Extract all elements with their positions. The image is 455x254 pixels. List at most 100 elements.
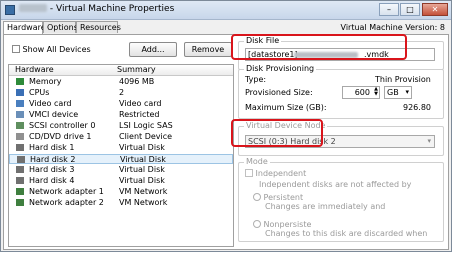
redacted-vm-name — [19, 4, 47, 12]
checkbox-box[interactable] — [245, 169, 253, 177]
mode-legend: Mode — [244, 157, 270, 167]
type-value: Thin Provision — [375, 75, 431, 84]
disk-provisioning-legend: Disk Provisioning — [244, 64, 317, 74]
row-hardware-name: CD/DVD drive 1 — [29, 132, 92, 141]
row-hardware-name: CPUs — [29, 88, 50, 97]
row-summary: Client Device — [119, 132, 173, 141]
virtual-device-node-section: Virtual Device Node SCSI (0:3) Hard disk… — [238, 121, 444, 156]
cd-dvd-icon — [16, 133, 24, 140]
video-card-icon — [16, 100, 24, 107]
provisioned-size-label: Provisioned Size: — [245, 88, 313, 97]
provisioned-size-stepper[interactable]: 600 ▲ ▼ — [342, 86, 380, 99]
table-row[interactable]: Hard disk 1 Virtual Disk — [9, 143, 233, 153]
row-hardware-name: Video card — [29, 99, 72, 108]
virtual-device-node-legend: Virtual Device Node — [244, 121, 328, 131]
mode-section: Mode Independent Independent disks are n… — [238, 157, 444, 242]
independent-label: Independent — [255, 169, 307, 178]
table-row[interactable]: CPUs 2 — [9, 88, 233, 98]
type-label: Type: — [245, 75, 267, 84]
chevron-down-icon[interactable]: ▾ — [405, 88, 409, 96]
row-summary: Virtual Disk — [120, 155, 166, 164]
network-adapter-icon — [16, 188, 24, 195]
disk-file-path-field[interactable]: [datastore1] .vmdk — [245, 48, 435, 61]
window-title: - Virtual Machine Properties — [19, 4, 174, 14]
table-row[interactable]: CD/DVD drive 1 Client Device — [9, 132, 233, 142]
show-all-devices-label: Show All Devices — [22, 45, 91, 54]
disk-provisioning-section: Disk Provisioning Type: Thin Provision P… — [238, 64, 444, 119]
nonpersistent-label: Nonpersiste — [263, 220, 312, 229]
network-adapter-icon — [16, 199, 24, 206]
checkbox-box[interactable] — [12, 45, 20, 53]
hardware-table: Hardware Summary Memory 4096 MB CPUs 2 Video… — [8, 64, 234, 247]
header-hardware[interactable]: Hardware — [15, 65, 54, 75]
minimize-button[interactable]: – — [379, 3, 399, 16]
row-summary: Virtual Disk — [119, 143, 165, 152]
vm-properties-window: - Virtual Machine Properties – □ ✕ Hardw… — [0, 0, 452, 252]
table-row[interactable]: SCSI controller 0 LSI Logic SAS — [9, 121, 233, 131]
vmci-device-icon — [16, 111, 24, 118]
maximum-size-label: Maximum Size (GB): — [245, 103, 327, 112]
size-unit-value: GB — [387, 88, 399, 97]
hard-disk-icon — [16, 177, 24, 184]
row-summary: LSI Logic SAS — [119, 121, 173, 130]
radio-circle[interactable] — [253, 220, 261, 228]
table-row[interactable]: Network adapter 1 VM Network — [9, 187, 233, 197]
row-summary: 2 — [119, 88, 125, 97]
row-hardware-name: SCSI controller 0 — [29, 121, 96, 130]
row-summary: VM Network — [119, 198, 168, 207]
size-unit-select[interactable]: GB ▾ — [384, 86, 412, 99]
vm-version-label: Virtual Machine Version: 8 — [340, 23, 445, 32]
memory-icon — [16, 78, 24, 85]
radio-circle[interactable] — [253, 193, 261, 201]
row-hardware-name: Hard disk 4 — [29, 176, 75, 185]
cpu-icon — [16, 89, 24, 96]
virtual-device-node-select[interactable]: SCSI (0:3) Hard disk 2 ▾ — [245, 135, 435, 148]
tab-options[interactable]: Options — [43, 21, 78, 33]
tab-resources[interactable]: Resources — [76, 21, 121, 33]
table-row[interactable]: Network adapter 2 VM Network — [9, 198, 233, 208]
independent-description: Independent disks are not affected by — [259, 180, 412, 189]
table-row[interactable]: Memory 4096 MB — [9, 77, 233, 87]
hard-disk-icon — [17, 156, 25, 163]
virtual-device-node-value: SCSI (0:3) Hard disk 2 — [248, 137, 336, 146]
row-hardware-name: Hard disk 1 — [29, 143, 75, 152]
table-row[interactable]: Hard disk 2 Virtual Disk — [9, 154, 233, 164]
row-hardware-name: Hard disk 2 — [30, 155, 76, 164]
maximum-size-value: 926.80 — [403, 103, 431, 112]
row-hardware-name: Network adapter 2 — [29, 198, 104, 207]
row-summary: Virtual Disk — [119, 176, 165, 185]
close-button[interactable]: ✕ — [422, 3, 448, 16]
maximize-button[interactable]: □ — [400, 3, 420, 16]
chevron-down-icon[interactable]: ▾ — [427, 137, 431, 145]
header-summary[interactable]: Summary — [117, 65, 156, 75]
row-hardware-name: Network adapter 1 — [29, 187, 104, 196]
persistent-description: Changes are immediately and — [265, 202, 386, 211]
disk-file-extension: .vmdk — [364, 50, 389, 59]
show-all-devices-checkbox[interactable]: Show All Devices — [12, 45, 91, 54]
hardware-tab-panel: Show All Devices Add... Remove Hardware … — [3, 34, 449, 250]
spin-arrows-icon[interactable]: ▲ ▼ — [374, 87, 378, 97]
tab-hardware[interactable]: Hardware — [3, 21, 46, 35]
remove-button[interactable]: Remove — [184, 42, 232, 57]
title-bar[interactable]: - Virtual Machine Properties – □ ✕ — [1, 1, 451, 20]
hard-disk-icon — [16, 144, 24, 151]
table-row[interactable]: Hard disk 3 Virtual Disk — [9, 165, 233, 175]
row-hardware-name: VMCI device — [29, 110, 79, 119]
row-summary: VM Network — [119, 187, 168, 196]
disk-file-legend: Disk File — [244, 36, 282, 46]
row-summary: Video card — [119, 99, 162, 108]
row-summary: Restricted — [119, 110, 160, 119]
nonpersistent-description: Changes to this disk are discarded when — [265, 229, 428, 238]
table-row[interactable]: Video card Video card — [9, 99, 233, 109]
independent-checkbox[interactable]: Independent — [245, 169, 306, 179]
window-title-text: - Virtual Machine Properties — [49, 4, 175, 14]
row-summary: 4096 MB — [119, 77, 155, 86]
row-hardware-name: Hard disk 3 — [29, 165, 75, 174]
table-row[interactable]: VMCI device Restricted — [9, 110, 233, 120]
table-row[interactable]: Hard disk 4 Virtual Disk — [9, 176, 233, 186]
add-button[interactable]: Add... — [129, 42, 177, 57]
row-hardware-name: Memory — [29, 77, 62, 86]
disk-file-datastore: [datastore1] — [248, 50, 298, 59]
table-header: Hardware Summary — [9, 65, 233, 76]
hard-disk-icon — [16, 166, 24, 173]
